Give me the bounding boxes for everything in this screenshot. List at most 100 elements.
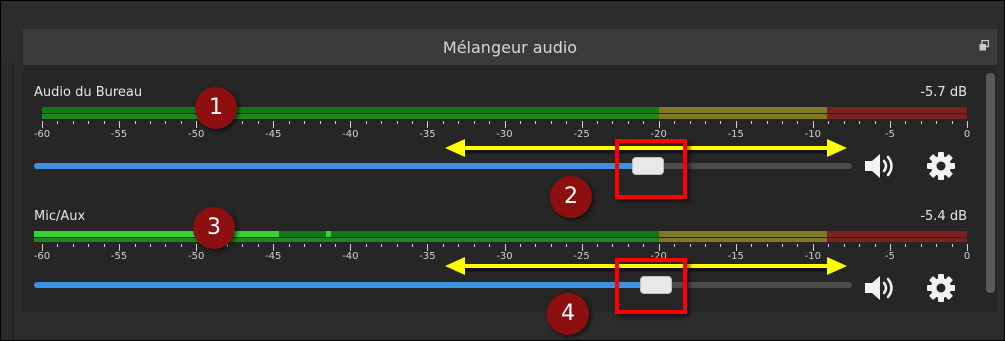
panel-title: Mélangeur audio: [442, 38, 578, 57]
scale-minor-tick: [704, 121, 706, 124]
scale-minor-tick: [951, 244, 953, 247]
scale-minor-tick: [828, 121, 830, 124]
scale-minor-tick: [288, 244, 290, 247]
scale-tick: [119, 121, 121, 128]
scale-tick-label: -50: [187, 251, 205, 262]
scale-tick-label: -40: [342, 251, 359, 262]
scale-minor-tick: [535, 121, 537, 124]
scale-tick-label: -45: [265, 129, 282, 140]
scale-minor-tick: [149, 244, 151, 247]
scale-minor-tick: [643, 244, 645, 247]
dock-titlebar: Mélangeur audio: [23, 29, 997, 66]
scrollbar[interactable]: [986, 73, 995, 293]
scale-minor-tick: [797, 121, 799, 124]
scale-minor-tick: [766, 244, 768, 247]
scale-minor-tick: [227, 244, 228, 247]
scale-tick: [581, 121, 583, 128]
gear-icon[interactable]: [926, 151, 956, 181]
scale-minor-tick: [88, 244, 90, 247]
gear-icon[interactable]: [926, 273, 956, 303]
speaker-icon[interactable]: [863, 151, 899, 181]
scale-minor-tick: [951, 121, 953, 124]
scale-tick: [812, 121, 814, 128]
scale-minor-tick: [304, 121, 306, 124]
scale-minor-tick: [782, 244, 783, 247]
scale-minor-tick: [381, 244, 383, 247]
scale-minor-tick: [674, 244, 676, 247]
scale-minor-tick: [936, 244, 938, 247]
scale-tick: [812, 244, 814, 251]
scale-tick-label: 0: [963, 129, 971, 140]
scale-minor-tick: [458, 244, 460, 247]
scale-minor-tick: [674, 121, 676, 124]
scale-minor-tick: [489, 244, 491, 247]
scale-minor-tick: [381, 121, 383, 124]
scale-minor-tick: [319, 121, 321, 124]
channel-db-value: -5.7 dB: [920, 85, 967, 100]
scale-minor-tick: [874, 121, 876, 124]
scale-tick: [889, 121, 891, 128]
annotation-badge: 4: [547, 293, 589, 335]
app-frame: Mélangeur audio Audio du Bureau -5.7 dB …: [0, 0, 1005, 341]
scale-tick: [889, 244, 891, 251]
scale-minor-tick: [180, 121, 182, 124]
scale-minor-tick: [874, 244, 876, 247]
speaker-icon[interactable]: [863, 273, 899, 303]
scale-tick-label: -60: [33, 251, 51, 262]
scale-minor-tick: [689, 244, 691, 247]
channel-name: Audio du Bureau: [34, 85, 143, 100]
left-dock-edge: [1, 63, 14, 340]
scale-tick: [350, 121, 352, 128]
scale-minor-tick: [612, 244, 614, 247]
scale-minor-tick: [766, 121, 768, 124]
scale-minor-tick: [396, 244, 398, 247]
scale-minor-tick: [828, 244, 830, 247]
scale-minor-tick: [843, 121, 845, 124]
scale-minor-tick: [473, 244, 475, 247]
scale-minor-tick: [149, 121, 151, 124]
scale-tick-label: -35: [419, 251, 436, 262]
scale-minor-tick: [180, 244, 182, 247]
scale-minor-tick: [288, 121, 290, 124]
highlight-box: [615, 139, 687, 199]
scale-minor-tick: [550, 244, 552, 247]
scale-minor-tick: [165, 244, 167, 247]
scale-minor-tick: [720, 121, 722, 124]
scale-minor-tick: [751, 244, 753, 247]
annotation-badge: 2: [550, 176, 592, 218]
highlight-box: [615, 258, 687, 314]
scale-tick-label: -40: [342, 129, 359, 140]
scale-minor-tick: [442, 121, 444, 124]
scale-tick: [350, 244, 352, 251]
scale-minor-tick: [797, 244, 799, 247]
scale-minor-tick: [720, 244, 722, 247]
scale-tick: [196, 244, 198, 251]
scale-tick: [427, 121, 429, 128]
scale-minor-tick: [72, 244, 74, 247]
scale-minor-tick: [257, 121, 259, 124]
scale-minor-tick: [103, 121, 105, 124]
scale-minor-tick: [319, 244, 321, 247]
scale-tick: [119, 244, 121, 251]
scale-minor-tick: [550, 121, 552, 124]
annotation-badge: 1: [195, 87, 237, 129]
scale-minor-tick: [519, 121, 521, 124]
scale-minor-tick: [57, 244, 59, 247]
float-dock-icon[interactable]: [979, 40, 989, 51]
scale-minor-tick: [134, 244, 136, 247]
scale-minor-tick: [905, 244, 907, 247]
scale-minor-tick: [304, 244, 306, 247]
scale-minor-tick: [242, 121, 244, 124]
scale-minor-tick: [627, 244, 629, 247]
scale-minor-tick: [843, 244, 845, 247]
scale-minor-tick: [442, 244, 444, 247]
scale-minor-tick: [566, 121, 568, 124]
scale-tick-label: -5: [884, 129, 895, 140]
scale-minor-tick: [57, 121, 59, 124]
scale-minor-tick: [920, 244, 922, 247]
scale-minor-tick: [489, 121, 491, 124]
scale-tick: [581, 244, 583, 251]
scale-tick-label: -50: [187, 129, 205, 140]
scale-tick: [735, 121, 737, 128]
scale-minor-tick: [412, 121, 413, 124]
